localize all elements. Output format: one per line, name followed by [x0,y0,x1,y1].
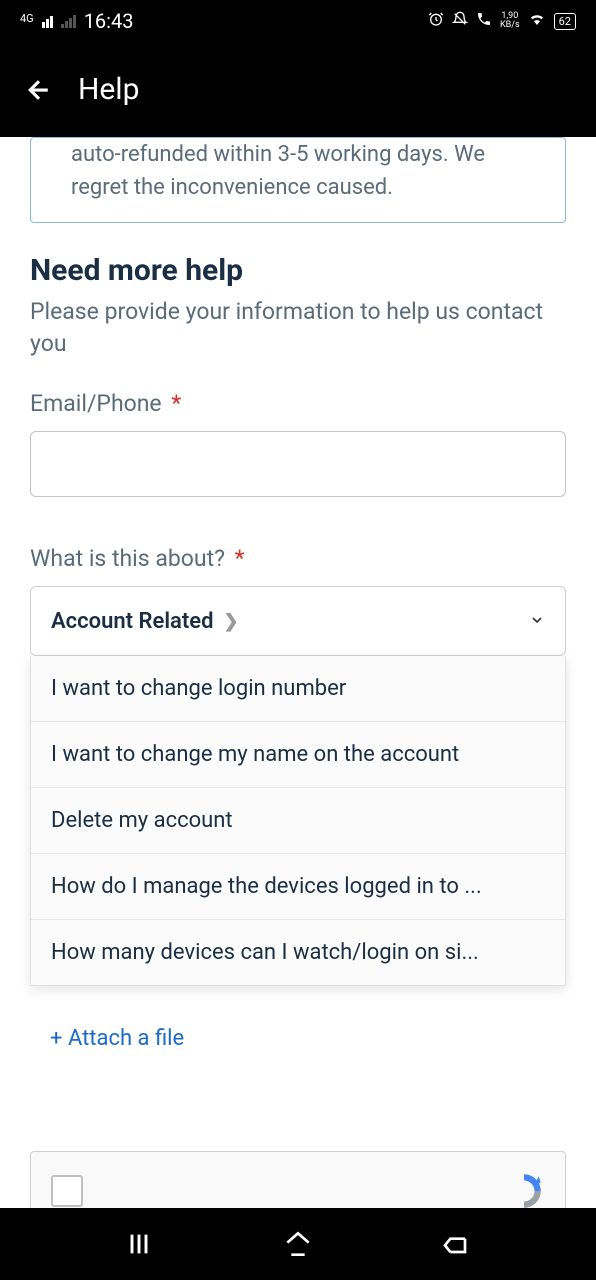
status-right: 1,90 KB/s 62 [428,10,576,32]
data-rate: 1,90 KB/s [500,12,520,30]
dropdown-option[interactable]: I want to change login number [31,656,565,722]
status-bar: 4G 16:43 1,90 KB/s 62 [0,0,596,42]
status-left: 4G 16:43 [20,9,134,33]
content-area: auto-refunded within 3-5 working days. W… [0,137,596,1231]
dropdown-option[interactable]: Delete my account [31,788,565,854]
signal-bars-icon [42,14,53,28]
recaptcha-checkbox[interactable] [51,1175,83,1207]
home-button[interactable] [280,1226,316,1262]
battery-indicator: 62 [554,13,576,30]
chevron-right-icon: ❯ [223,611,238,632]
required-asterisk: * [229,545,245,572]
category-dropdown[interactable]: Account Related ❯ [30,586,566,656]
dropdown-option[interactable]: How do I manage the devices logged in to… [31,854,565,920]
app-header: Help [0,42,596,137]
back-button[interactable] [24,75,54,105]
email-phone-label: Email/Phone * [30,390,566,417]
notification-off-icon [452,11,468,31]
section-title: Need more help [30,253,566,288]
selected-category-label: Account Related [51,609,213,634]
section-subtitle: Please provide your information to help … [30,296,566,360]
back-button-nav[interactable] [439,1226,475,1262]
required-asterisk: * [166,390,182,417]
navigation-bar [0,1208,596,1280]
status-time: 16:43 [84,9,134,33]
phone-icon [476,11,492,31]
dropdown-option[interactable]: I want to change my name on the account [31,722,565,788]
recaptcha-logo-icon [503,1170,545,1212]
email-phone-input[interactable] [30,431,566,497]
info-message-box: auto-refunded within 3-5 working days. W… [30,137,566,223]
recent-apps-button[interactable] [121,1226,157,1262]
page-title: Help [78,72,139,107]
chevron-down-icon [529,609,545,634]
network-indicator: 4G [20,12,34,25]
category-dropdown-wrapper: Account Related ❯ I want to change login… [30,586,566,656]
category-dropdown-list: I want to change login number I want to … [30,656,566,986]
attach-file-link[interactable]: + Attach a file [30,1026,566,1051]
about-label: What is this about? * [30,545,566,572]
alarm-icon [428,11,444,31]
wifi-icon [528,10,546,32]
dropdown-option[interactable]: How many devices can I watch/login on si… [31,920,565,985]
signal-bars-secondary-icon [61,14,76,28]
